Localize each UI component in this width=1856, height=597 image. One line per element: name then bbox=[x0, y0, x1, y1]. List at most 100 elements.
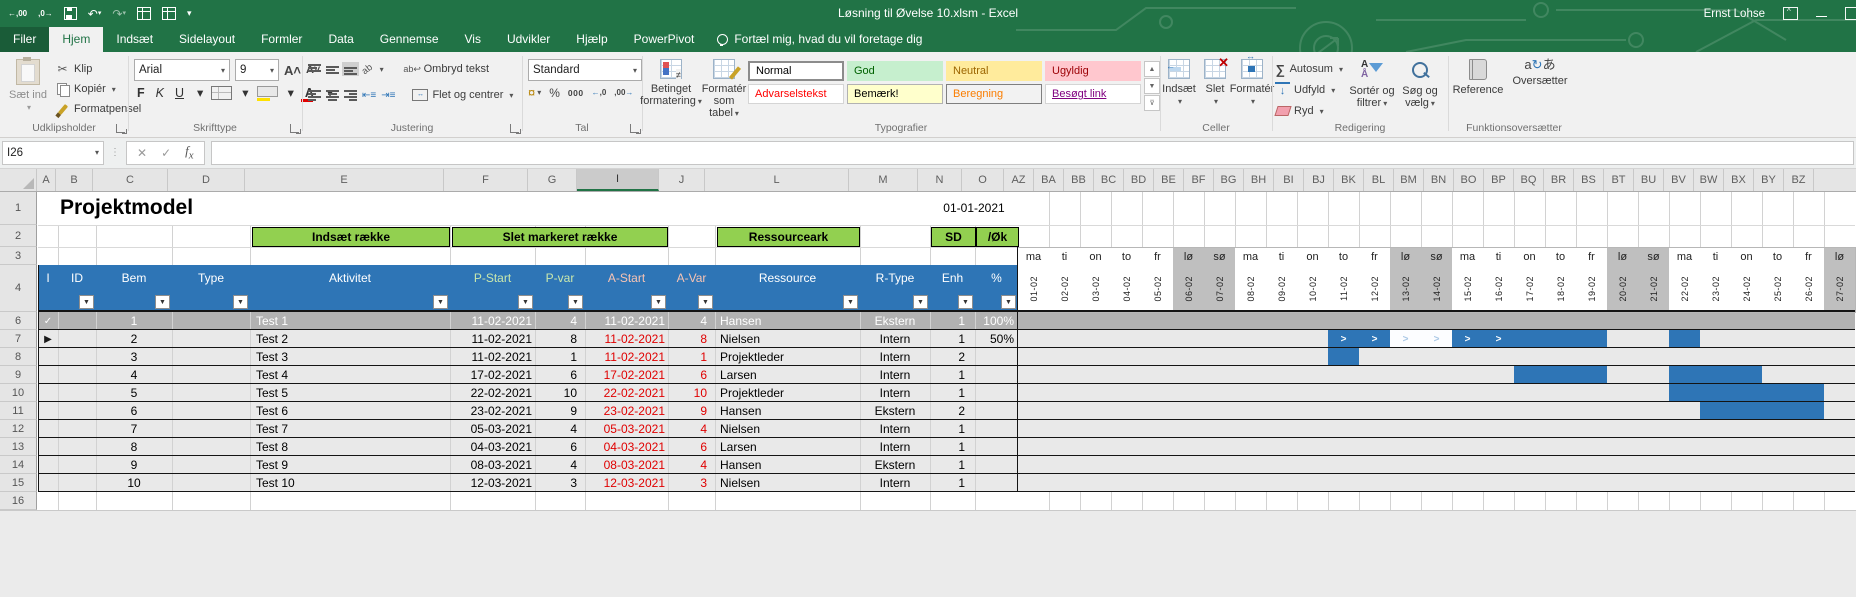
tab-gennemse[interactable]: Gennemse bbox=[367, 27, 452, 52]
column-header-BZ[interactable]: BZ bbox=[1784, 168, 1814, 191]
resource-sheet-button[interactable]: Ressourceark bbox=[717, 227, 860, 247]
font-family-select[interactable]: Arial▾ bbox=[134, 59, 230, 81]
row-header-9[interactable]: 9 bbox=[0, 366, 37, 384]
dialog-launcher-icon[interactable] bbox=[116, 124, 125, 133]
tell-me-box[interactable]: Fortæl mig, hvad du vil foretage dig bbox=[707, 27, 932, 52]
row-header-1[interactable]: 1 bbox=[0, 191, 37, 225]
insert-row-button[interactable]: Indsæt række bbox=[252, 227, 450, 247]
column-header-E[interactable]: E bbox=[245, 168, 444, 191]
percent-format-icon[interactable]: % bbox=[549, 86, 560, 100]
column-header-BN[interactable]: BN bbox=[1424, 168, 1454, 191]
paste-button[interactable]: Sæt ind▾ bbox=[2, 52, 54, 125]
name-box-dropdown-icon[interactable]: ▾ bbox=[95, 148, 99, 157]
translator-button[interactable]: a↻あ Oversætter bbox=[1508, 52, 1572, 125]
cell-style-advarsel[interactable]: Advarselstekst bbox=[748, 84, 844, 104]
borders-icon[interactable] bbox=[211, 86, 232, 100]
fill-button[interactable]: ↓Udfyld▾ bbox=[1272, 80, 1346, 100]
column-header-BQ[interactable]: BQ bbox=[1514, 168, 1544, 191]
filter-dropdown-icon[interactable]: ▼ bbox=[568, 295, 583, 309]
filter-dropdown-icon[interactable]: ▼ bbox=[843, 295, 858, 309]
column-header-BL[interactable]: BL bbox=[1364, 168, 1394, 191]
column-header-G[interactable]: G bbox=[528, 168, 577, 191]
dialog-launcher-icon[interactable] bbox=[630, 124, 639, 133]
wrap-text-button[interactable]: ab↩Ombryd tekst bbox=[402, 59, 492, 79]
column-header-M[interactable]: M bbox=[849, 168, 918, 191]
gallery-scroll-up-icon[interactable]: ▲ bbox=[1144, 61, 1160, 77]
ribbon-display-options-icon[interactable] bbox=[1783, 7, 1798, 20]
align-middle-icon[interactable] bbox=[326, 64, 339, 74]
column-header-BM[interactable]: BM bbox=[1394, 168, 1424, 191]
filter-dropdown-icon[interactable]: ▼ bbox=[651, 295, 666, 309]
tab-hjem[interactable]: Hjem bbox=[49, 27, 103, 52]
oek-button[interactable]: /Øk bbox=[976, 227, 1019, 247]
column-header-BH[interactable]: BH bbox=[1244, 168, 1274, 191]
cell-style-beregning[interactable]: Beregning bbox=[946, 84, 1042, 104]
insert-cells-button[interactable]: Indsæt▾ bbox=[1160, 52, 1198, 125]
cell-style-ugyldig[interactable]: Ugyldig bbox=[1045, 61, 1141, 81]
column-header-BU[interactable]: BU bbox=[1634, 168, 1664, 191]
select-all-corner[interactable] bbox=[0, 168, 37, 191]
sd-button[interactable]: SD bbox=[931, 227, 976, 247]
column-header-BJ[interactable]: BJ bbox=[1304, 168, 1334, 191]
cancel-formula-icon[interactable]: ✕ bbox=[137, 146, 147, 160]
column-header-BS[interactable]: BS bbox=[1574, 168, 1604, 191]
number-format-select[interactable]: Standard▾ bbox=[528, 59, 642, 81]
column-header-L[interactable]: L bbox=[705, 168, 849, 191]
filter-dropdown-icon[interactable]: ▼ bbox=[913, 295, 928, 309]
tab-udvikler[interactable]: Udvikler bbox=[494, 27, 563, 52]
column-header-BX[interactable]: BX bbox=[1724, 168, 1754, 191]
column-header-BD[interactable]: BD bbox=[1124, 168, 1154, 191]
enter-formula-icon[interactable]: ✓ bbox=[161, 146, 171, 160]
reference-button[interactable]: Reference bbox=[1448, 52, 1508, 125]
autosum-button[interactable]: ∑Autosum▾ bbox=[1272, 59, 1346, 79]
column-header-F[interactable]: F bbox=[444, 168, 528, 191]
row-header-13[interactable]: 13 bbox=[0, 438, 37, 456]
increase-decimal-icon[interactable]: ←,0 bbox=[592, 88, 607, 97]
row-header-3[interactable]: 3 bbox=[0, 247, 37, 265]
gallery-expand-icon[interactable]: ⊽ bbox=[1144, 95, 1160, 111]
align-left-icon[interactable] bbox=[308, 90, 321, 100]
filter-dropdown-icon[interactable]: ▼ bbox=[155, 295, 170, 309]
decrease-decimal-icon[interactable]: ,00→ bbox=[614, 88, 633, 97]
row-header-11[interactable]: 11 bbox=[0, 402, 37, 420]
column-header-BP[interactable]: BP bbox=[1484, 168, 1514, 191]
column-header-BR[interactable]: BR bbox=[1544, 168, 1574, 191]
column-header-D[interactable]: D bbox=[168, 168, 245, 191]
row-header-7[interactable]: 7 bbox=[0, 330, 37, 348]
format-cells-button[interactable]: Formatér▾ bbox=[1232, 52, 1272, 125]
currency-format-icon[interactable]: ¤ bbox=[528, 85, 535, 100]
cell-style-normal[interactable]: Normal bbox=[748, 61, 844, 81]
column-header-C[interactable]: C bbox=[93, 168, 168, 191]
column-header-BG[interactable]: BG bbox=[1214, 168, 1244, 191]
dialog-launcher-icon[interactable] bbox=[290, 124, 299, 133]
tab-sidelayout[interactable]: Sidelayout bbox=[166, 27, 248, 52]
row-header-2[interactable]: 2 bbox=[0, 225, 37, 247]
filter-dropdown-icon[interactable]: ▼ bbox=[433, 295, 448, 309]
row-header-6[interactable]: 6 bbox=[0, 312, 37, 330]
column-header-BY[interactable]: BY bbox=[1754, 168, 1784, 191]
cell-style-besoegt[interactable]: Besøgt link bbox=[1045, 84, 1141, 104]
filter-dropdown-icon[interactable]: ▼ bbox=[518, 295, 533, 309]
merge-center-button[interactable]: ↔Flet og centrer▾ bbox=[409, 85, 516, 105]
increase-indent-icon[interactable]: ⇥≡ bbox=[381, 90, 395, 101]
row-header-4[interactable]: 4 bbox=[0, 265, 37, 312]
column-header-BB[interactable]: BB bbox=[1064, 168, 1094, 191]
filter-dropdown-icon[interactable]: ▼ bbox=[79, 295, 94, 309]
row-header-8[interactable]: 8 bbox=[0, 348, 37, 366]
tab-data[interactable]: Data bbox=[315, 27, 366, 52]
filter-dropdown-icon[interactable]: ▼ bbox=[233, 295, 248, 309]
increase-font-icon[interactable]: A˄ bbox=[284, 63, 301, 78]
row-header-12[interactable]: 12 bbox=[0, 420, 37, 438]
column-header-J[interactable]: J bbox=[659, 168, 705, 191]
tab-powerpivot[interactable]: PowerPivot bbox=[621, 27, 708, 52]
column-header-I[interactable]: I bbox=[577, 168, 659, 191]
clear-button[interactable]: Ryd▾ bbox=[1272, 101, 1346, 121]
underline-button[interactable]: U bbox=[172, 86, 187, 100]
column-header-AZ[interactable]: AZ bbox=[1004, 168, 1034, 191]
align-top-icon[interactable] bbox=[308, 64, 321, 74]
column-header-BI[interactable]: BI bbox=[1274, 168, 1304, 191]
filter-dropdown-icon[interactable]: ▼ bbox=[958, 295, 973, 309]
conditional-formatting-button[interactable]: Betinget formatering▾ bbox=[642, 52, 700, 125]
row-header-15[interactable]: 15 bbox=[0, 474, 37, 492]
column-header-O[interactable]: O bbox=[962, 168, 1004, 191]
